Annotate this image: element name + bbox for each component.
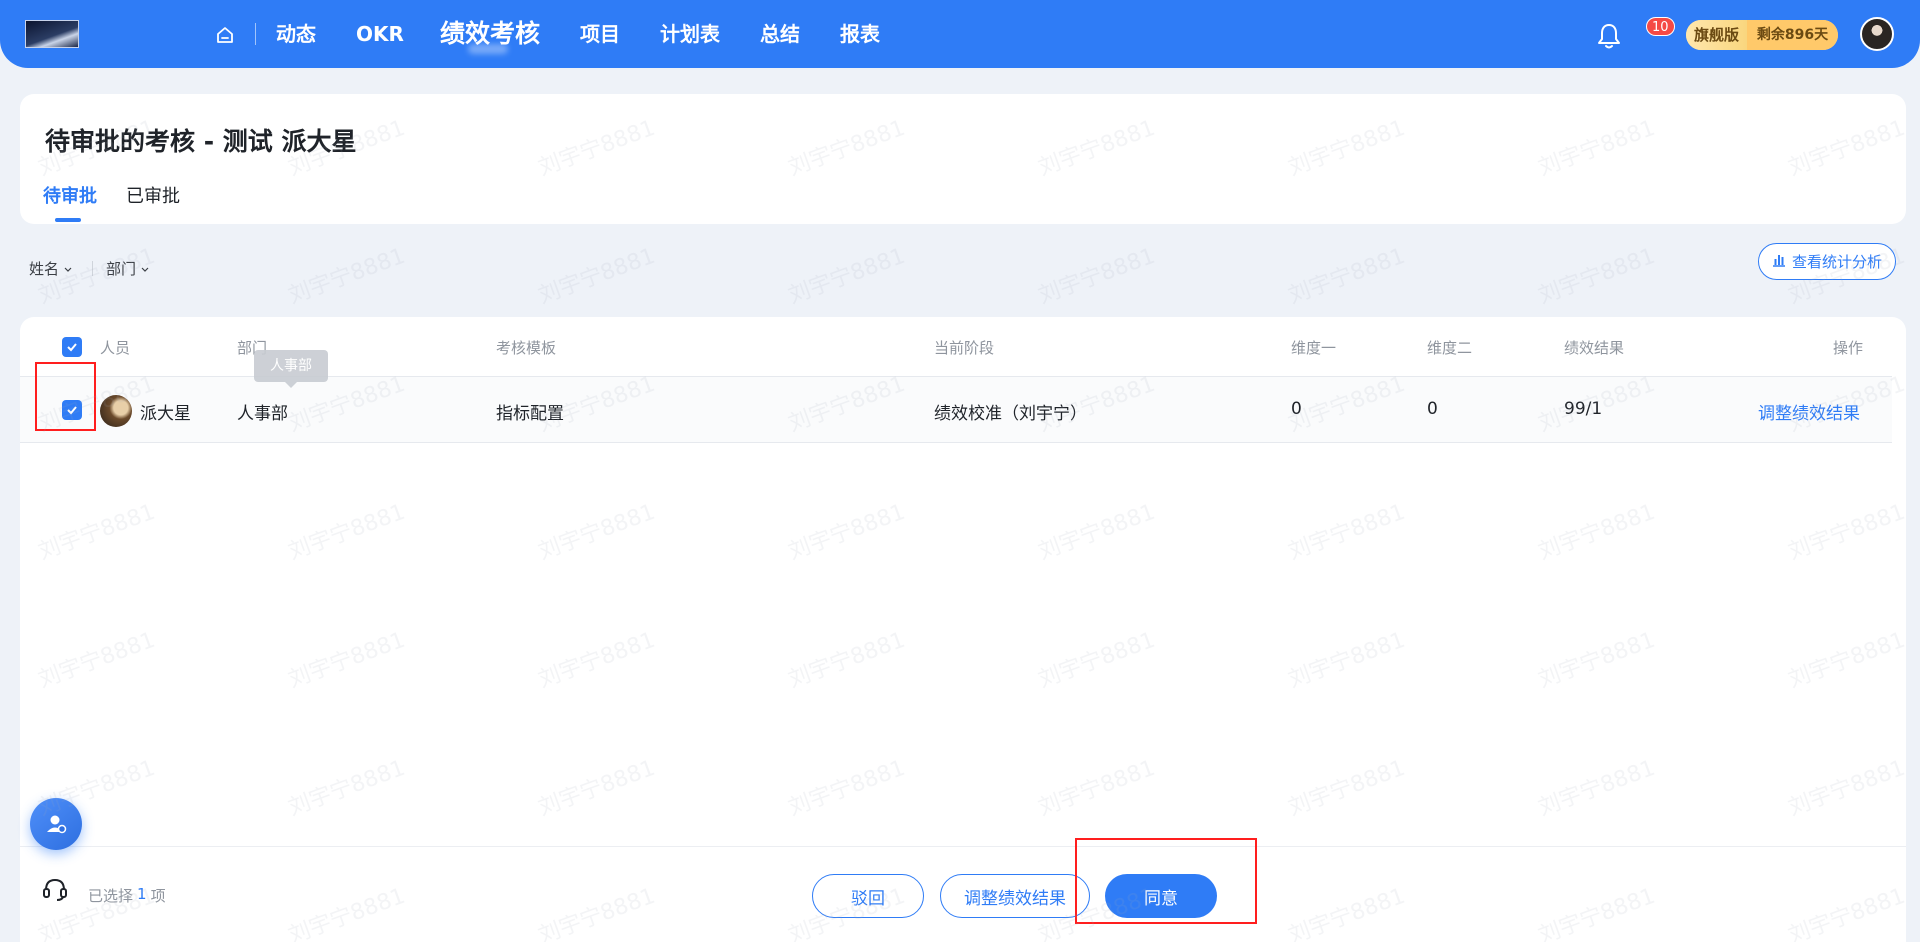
plan-badge[interactable]: 旗舰版 剩余896天 — [1686, 20, 1838, 50]
dept-filter[interactable]: 部门 — [106, 258, 150, 279]
nav-item-report[interactable]: 报表 — [840, 0, 880, 68]
nav-item-okr[interactable]: OKR — [356, 0, 404, 68]
nav-item-performance[interactable]: 绩效考核 — [440, 0, 540, 68]
watermark-text: 刘宇宁8881 — [1535, 243, 1659, 309]
nav-active-indicator — [468, 44, 508, 54]
plan-label: 旗舰版 — [1686, 20, 1747, 50]
watermark-text: 刘宇宁8881 — [785, 243, 909, 309]
column-header-person: 人员 — [100, 339, 131, 357]
column-header-action: 操作 — [1833, 339, 1864, 357]
avatar — [100, 395, 132, 427]
cell-dim1: 0 — [1291, 399, 1302, 419]
column-header-stage: 当前阶段 — [934, 339, 995, 357]
adjust-result-link[interactable]: 调整绩效结果 — [1758, 399, 1860, 424]
home-icon[interactable] — [212, 22, 238, 48]
row-checkbox[interactable] — [62, 400, 82, 420]
bar-chart-icon — [1772, 253, 1786, 271]
user-avatar[interactable] — [1860, 17, 1894, 51]
column-header-dim1: 维度一 — [1291, 339, 1337, 357]
reject-button[interactable]: 驳回 — [812, 874, 924, 918]
nav-item-project[interactable]: 项目 — [580, 0, 620, 68]
title-card: 待审批的考核 - 测试 派大星 待审批 已审批 — [20, 94, 1906, 224]
bell-icon[interactable] — [1596, 22, 1622, 50]
cell-stage: 绩效校准（刘宇宁） — [934, 404, 1087, 424]
column-header-dim2: 维度二 — [1427, 339, 1473, 357]
company-logo[interactable] — [25, 20, 79, 48]
page-title: 待审批的考核 - 测试 派大星 — [45, 127, 357, 156]
name-filter[interactable]: 姓名 — [29, 258, 73, 279]
watermark-text: 刘宇宁8881 — [535, 243, 659, 309]
watermark-text: 刘宇宁8881 — [1035, 243, 1159, 309]
assistant-float-button[interactable] — [30, 798, 82, 850]
selected-suffix: 项 — [150, 887, 166, 905]
chevron-down-icon — [140, 260, 150, 278]
bottom-action-bar: 已选择 1 项 驳回 调整绩效结果 同意 — [20, 846, 1906, 942]
chevron-down-icon — [63, 260, 73, 278]
selected-count-text: 已选择 1 项 — [88, 885, 166, 906]
column-header-template: 考核模板 — [496, 339, 557, 357]
dept-tooltip: 人事部 — [254, 350, 328, 388]
plan-remaining: 剩余896天 — [1747, 20, 1838, 50]
nav-divider — [255, 23, 256, 45]
headset-icon[interactable] — [40, 874, 70, 904]
watermark-text: 刘宇宁8881 — [1285, 243, 1409, 309]
name-filter-label: 姓名 — [29, 260, 60, 278]
cell-person: 派大星 — [140, 404, 191, 424]
view-stats-button[interactable]: 查看统计分析 — [1758, 243, 1896, 280]
view-stats-label: 查看统计分析 — [1791, 253, 1882, 271]
nav-item-dynamics[interactable]: 动态 — [276, 0, 316, 68]
selected-count: 1 — [137, 885, 147, 903]
cell-dept: 人事部 — [237, 404, 288, 424]
approve-button[interactable]: 同意 — [1105, 874, 1217, 918]
top-nav-bar: 动态 OKR 绩效考核 项目 计划表 总结 报表 10 旗舰版 剩余896天 — [0, 0, 1920, 68]
filter-divider — [92, 261, 93, 276]
cell-dim2: 0 — [1427, 399, 1438, 419]
tab-approved[interactable]: 已审批 — [126, 182, 180, 208]
select-all-checkbox[interactable] — [62, 337, 82, 357]
nav-item-summary[interactable]: 总结 — [760, 0, 800, 68]
cell-template: 指标配置 — [496, 404, 564, 424]
selected-prefix: 已选择 — [88, 887, 134, 905]
tab-pending[interactable]: 待审批 — [43, 182, 97, 208]
column-header-result: 绩效结果 — [1564, 339, 1625, 357]
adjust-result-button[interactable]: 调整绩效结果 — [940, 874, 1090, 918]
notification-badge: 10 — [1646, 17, 1675, 36]
nav-item-plan[interactable]: 计划表 — [660, 0, 720, 68]
table-row[interactable]: 派大星 人事部 指标配置 绩效校准（刘宇宁） 0 0 99/1 调整绩效结果 — [20, 377, 1892, 443]
watermark-text: 刘宇宁8881 — [285, 243, 409, 309]
cell-result: 99/1 — [1564, 399, 1603, 419]
dept-filter-label: 部门 — [106, 260, 137, 278]
tab-active-indicator — [55, 218, 81, 222]
